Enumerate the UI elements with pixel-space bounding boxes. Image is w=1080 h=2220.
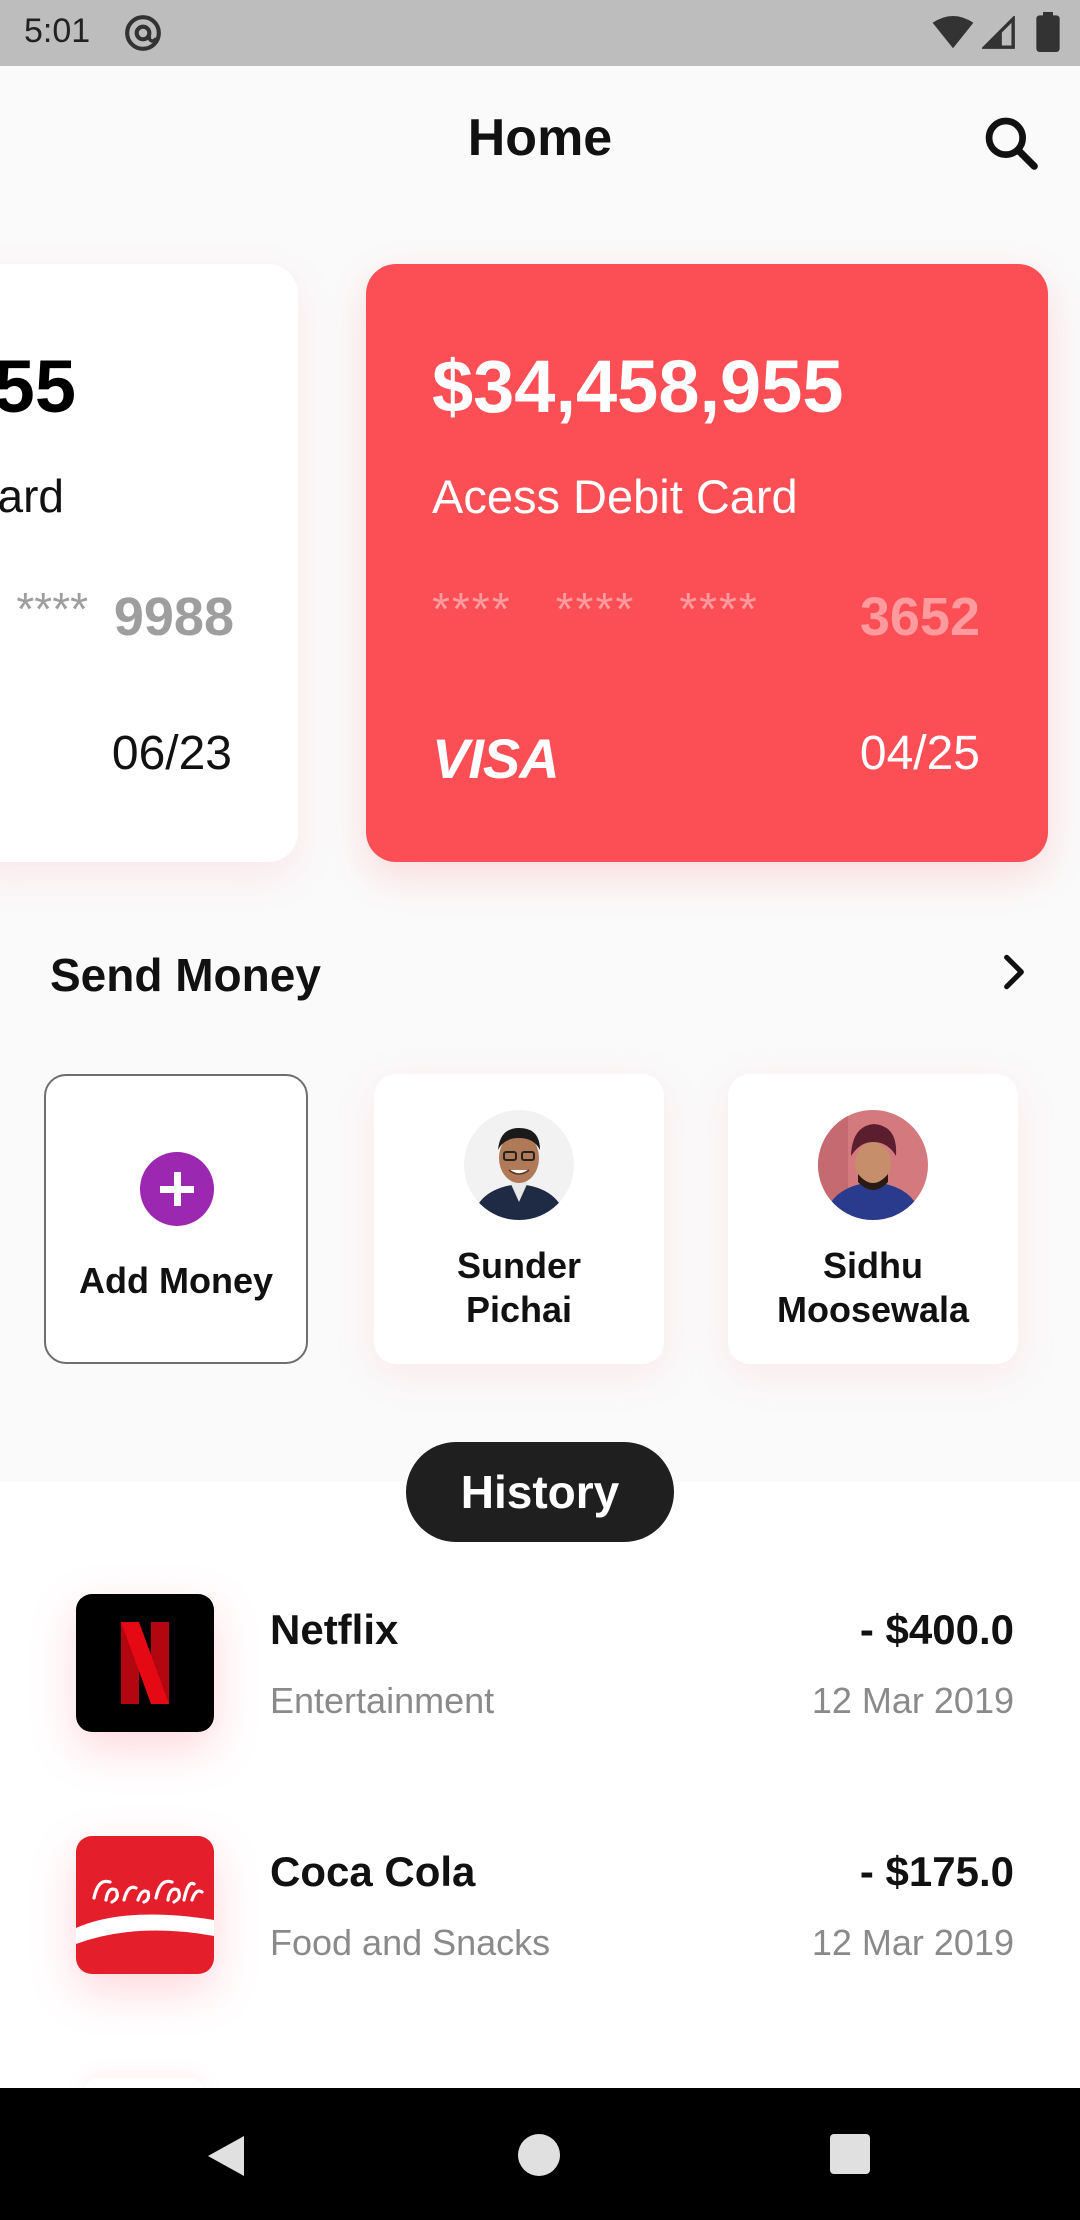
home-icon[interactable] (518, 2134, 560, 2176)
sync-icon (125, 15, 161, 51)
wifi-icon (932, 16, 974, 49)
card-last4: 3652 (859, 587, 980, 647)
card-masked-number: **** (16, 583, 88, 635)
card-masked-group: **** (555, 583, 636, 635)
card-last4: 9988 (113, 587, 234, 647)
status-bar: 5:01 (0, 0, 1080, 66)
history-tab[interactable]: History (406, 1442, 674, 1542)
chevron-right-icon[interactable] (992, 950, 1036, 994)
contact-name: Sidhu Moosewala (728, 1244, 1018, 1332)
send-money-title: Send Money (50, 949, 321, 1001)
contact-first-name: Sunder (456, 1245, 581, 1286)
transaction-amount: - $175.0 (859, 1848, 1014, 1895)
contact-last-name: Moosewala (776, 1289, 970, 1330)
avatar (464, 1110, 574, 1220)
history-panel (0, 1482, 1080, 2088)
contact-name: Sunder Pichai (374, 1244, 664, 1332)
card-masked-number: **** **** **** (432, 582, 803, 636)
status-time: 5:01 (24, 12, 91, 50)
plus-icon (140, 1152, 214, 1226)
card-amount: $34,458,955 (432, 345, 844, 428)
recent-apps-icon[interactable] (830, 2134, 870, 2174)
card-masked-group: **** (679, 583, 759, 635)
card-active[interactable]: $34,458,955 Acess Debit Card **** **** ***… (366, 264, 1048, 862)
card-previous[interactable]: $34,458,955 Acess Debit Card **** 9988 0… (0, 264, 298, 862)
avatar (818, 1110, 928, 1220)
transaction-date: 12 Mar 2019 (811, 1680, 1014, 1721)
back-icon[interactable] (204, 2132, 248, 2180)
contact-last-name: Pichai (465, 1289, 573, 1330)
transaction-category: Food and Snacks (270, 1922, 551, 1963)
transaction-title: Coca Cola (270, 1848, 476, 1895)
add-money-label: Add Money (79, 1260, 273, 1301)
battery-icon (1036, 12, 1060, 52)
system-nav-bar (0, 2088, 1080, 2220)
card-name: Acess Debit Card (0, 470, 64, 522)
netflix-logo-icon (76, 1594, 214, 1732)
card-expiry: 06/23 (111, 727, 232, 780)
transaction-category: Entertainment (270, 1680, 495, 1721)
page-title: Home (467, 109, 613, 167)
contact-first-name: Sidhu (823, 1245, 923, 1286)
visa-logo: VISA (432, 727, 560, 790)
contact-card-sunder-pichai[interactable]: Sunder Pichai (374, 1074, 664, 1364)
card-amount: $34,458,955 (0, 345, 76, 428)
add-money-button[interactable]: Add Money (44, 1074, 308, 1364)
transaction-amount: - $400.0 (859, 1606, 1014, 1653)
card-name: Acess Debit Card (432, 470, 798, 523)
signal-icon (982, 16, 1015, 49)
search-icon[interactable] (980, 112, 1042, 174)
coca-cola-logo-icon (76, 1836, 214, 1974)
card-masked-group: **** (432, 583, 512, 635)
contact-card-sidhu-moosewala[interactable]: Sidhu Moosewala (728, 1074, 1018, 1364)
transaction-title: Netflix (270, 1606, 399, 1653)
card-expiry: 04/25 (859, 727, 980, 780)
transaction-date: 12 Mar 2019 (811, 1922, 1014, 1963)
